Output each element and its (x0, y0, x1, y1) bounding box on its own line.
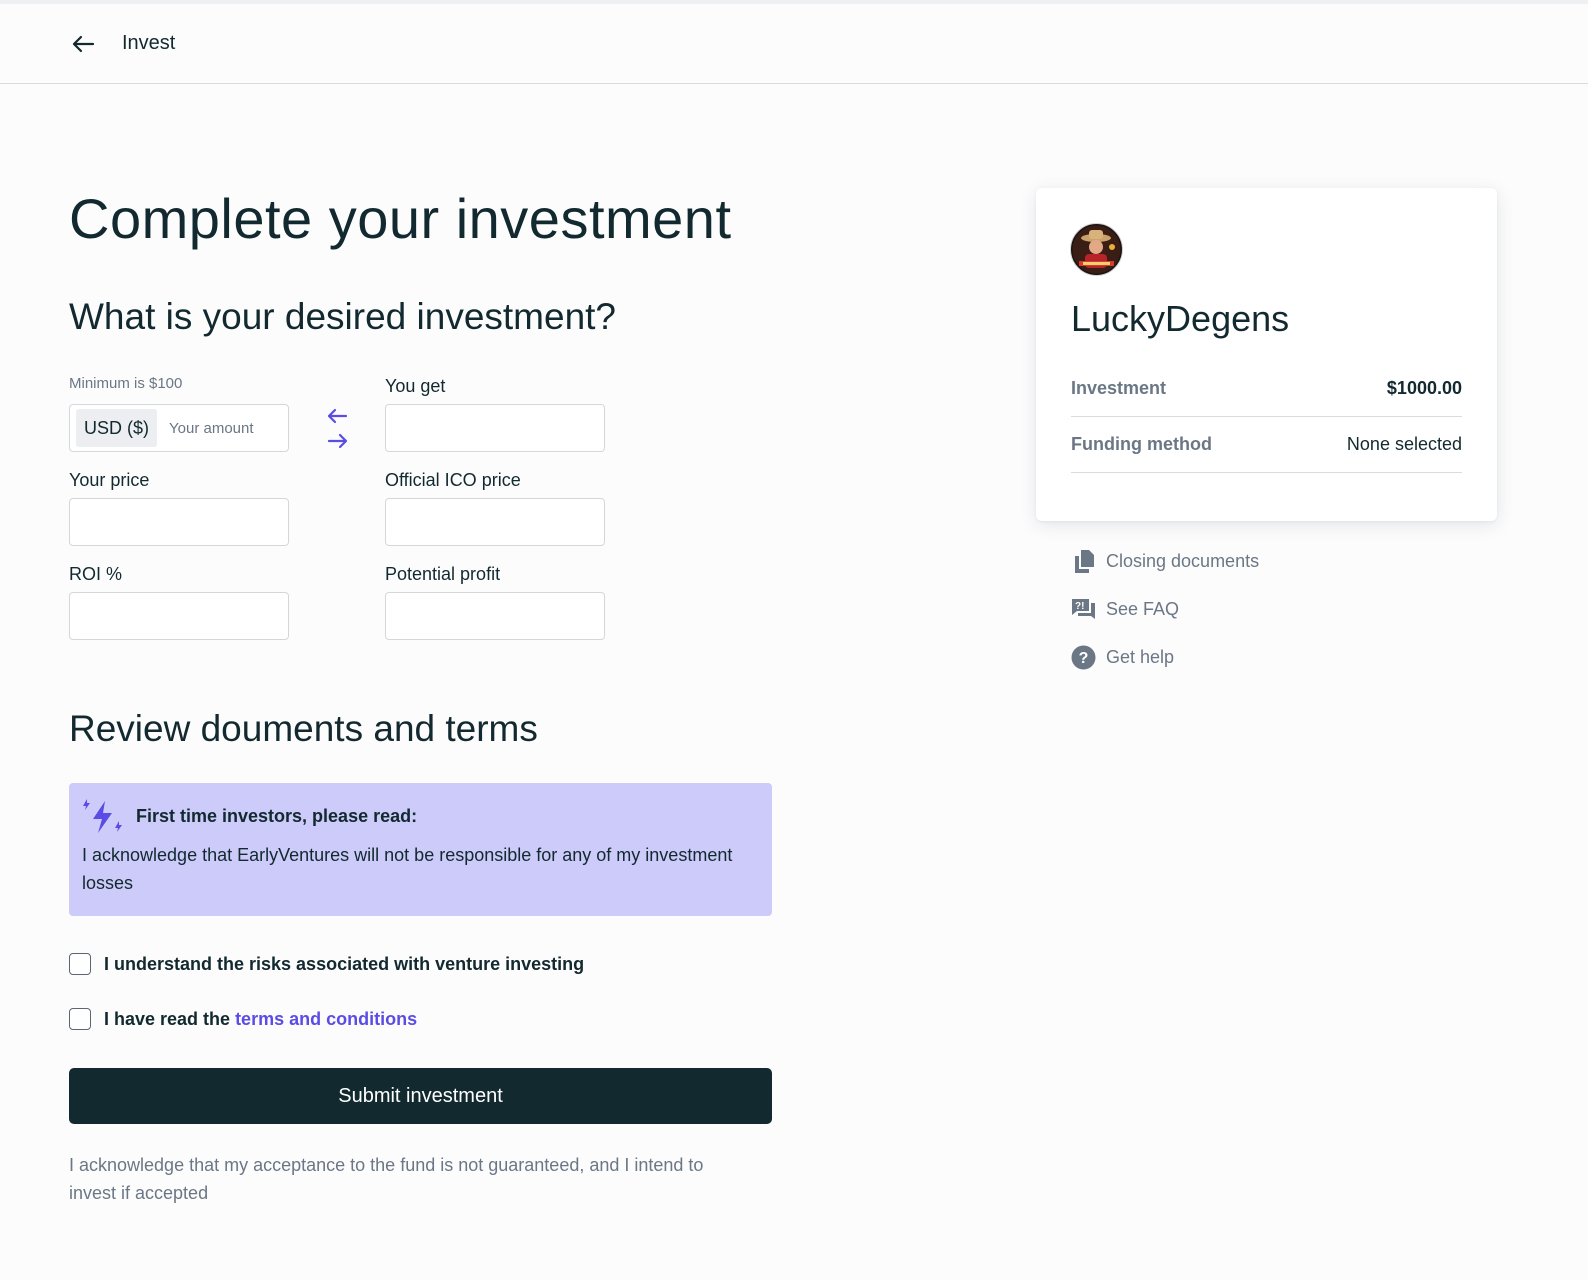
faq-link[interactable]: ?! See FAQ (1071, 597, 1179, 622)
get-help-label: Get help (1106, 647, 1175, 667)
terms-link[interactable]: terms and conditions (235, 1009, 417, 1029)
currency-selector[interactable]: USD ($) (76, 409, 158, 447)
investment-label: Investment (1071, 378, 1167, 398)
svg-text:?: ? (1079, 650, 1089, 667)
notice-text: I acknowledge that EarlyVentures will no… (82, 845, 733, 893)
amount-input[interactable] (169, 419, 280, 437)
investment-section-title: What is your desired investment? (69, 296, 617, 337)
top-bar: Invest (0, 4, 1588, 84)
amount-field: USD ($) (69, 404, 289, 452)
official-price-input[interactable] (385, 498, 605, 546)
page-title: Complete your investment (69, 187, 732, 250)
faq-label: See FAQ (1106, 599, 1180, 619)
investment-value: $1000.00 (1386, 378, 1462, 398)
faq-icon: ?! (1072, 598, 1095, 619)
roi-input[interactable] (69, 592, 289, 640)
get-help-link[interactable]: ? Get help (1071, 645, 1174, 670)
funding-row: Funding method None selected (1071, 417, 1462, 473)
minimum-note: Minimum is $100 (69, 375, 183, 392)
review-section-title: Review douments and terms (69, 708, 538, 749)
company-avatar (1070, 223, 1123, 276)
swap-button[interactable] (324, 404, 352, 452)
first-time-notice: First time investors, please read: I ack… (69, 783, 772, 916)
risks-checkbox[interactable] (69, 953, 91, 975)
funding-value: None selected (1346, 434, 1462, 454)
investment-summary-card: LuckyDegens Investment $1000.00 Funding … (1036, 188, 1497, 521)
lightning-icon (83, 799, 122, 833)
risks-checkbox-label: I understand the risks associated with v… (104, 953, 585, 974)
your-price-label: Your price (69, 470, 150, 490)
terms-checkbox-row[interactable]: I have read the terms and conditions (69, 1008, 417, 1030)
funding-label: Funding method (1071, 434, 1212, 454)
closing-documents-label: Closing documents (1106, 551, 1260, 571)
your-price-input[interactable] (69, 498, 289, 546)
company-name: LuckyDegens (1071, 298, 1290, 339)
closing-documents-link[interactable]: Closing documents (1071, 549, 1259, 574)
terms-prefix: I have read the (104, 1008, 236, 1029)
document-icon (1074, 550, 1094, 573)
you-get-input[interactable] (385, 404, 605, 452)
roi-label: ROI % (69, 564, 123, 584)
page-header-title: Invest (122, 32, 176, 54)
arrow-left-icon (72, 35, 95, 52)
profit-label: Potential profit (385, 564, 501, 584)
help-icon: ? (1071, 645, 1096, 670)
acceptance-disclaimer: I acknowledge that my acceptance to the … (69, 1155, 704, 1203)
terms-checkbox[interactable] (69, 1008, 91, 1030)
submit-investment-button[interactable]: Submit investment (69, 1068, 772, 1124)
notice-title: First time investors, please read: (136, 806, 418, 826)
svg-text:?!: ?! (1075, 601, 1084, 612)
you-get-label: You get (385, 376, 446, 396)
terms-checkbox-label: I have read the terms and conditions (104, 1009, 417, 1030)
swap-arrows-icon (327, 408, 348, 449)
official-price-label: Official ICO price (385, 470, 521, 490)
profit-input[interactable] (385, 592, 605, 640)
risks-checkbox-row[interactable]: I understand the risks associated with v… (69, 953, 584, 975)
back-button[interactable] (70, 31, 96, 57)
investment-row: Investment $1000.00 (1071, 361, 1462, 417)
